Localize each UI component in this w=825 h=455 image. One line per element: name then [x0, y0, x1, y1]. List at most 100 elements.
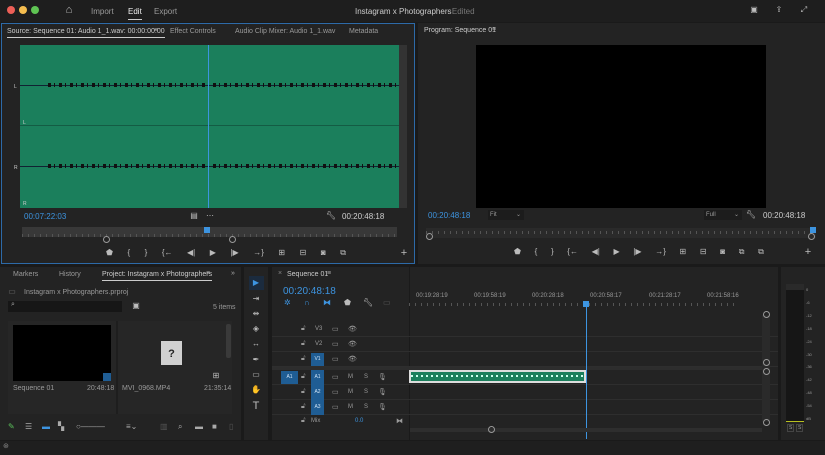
tab-project[interactable]: Project: Instagram x Photographers — [102, 271, 213, 281]
sync-lock-icon[interactable]: ▭ — [332, 388, 339, 396]
track-label-v3[interactable]: V3 — [315, 326, 322, 332]
go-to-edit-point-icon[interactable]: ⧓ — [396, 417, 403, 425]
sync-lock-icon[interactable]: ▭ — [332, 403, 339, 411]
add-marker-icon[interactable]: ⬟ — [106, 248, 113, 260]
program-menu-icon[interactable]: ≡ — [492, 26, 496, 33]
go-to-in-icon[interactable]: {← — [567, 247, 578, 259]
go-to-in-icon[interactable]: {← — [162, 248, 173, 260]
snap-icon[interactable]: ∩ — [304, 298, 310, 307]
project-item-sequence[interactable]: Sequence 01 20:48:18 — [8, 321, 116, 414]
home-icon[interactable]: ⌂ — [63, 4, 75, 16]
zoom-select[interactable]: Fit ⌄ — [488, 210, 524, 220]
mark-in-icon[interactable]: { — [535, 247, 538, 259]
rectangle-tool-icon[interactable]: ▭ — [250, 370, 262, 379]
resolution-select[interactable]: Full ⌄ — [704, 210, 742, 220]
tab-sequence[interactable]: Sequence 01 — [287, 271, 328, 278]
extract-icon[interactable]: ⊟ — [700, 247, 707, 259]
new-bin-icon[interactable]: ▬ — [195, 422, 203, 431]
tab-effect-controls[interactable]: Effect Controls — [170, 28, 216, 35]
timeline-current-time[interactable]: 00:20:48:18 — [283, 286, 336, 297]
selection-tool-icon[interactable]: ▶ — [250, 278, 262, 287]
fullscreen-icon[interactable]: ⤢ — [798, 5, 810, 15]
ripple-edit-tool-icon[interactable]: ⇹ — [250, 309, 262, 318]
captions-icon[interactable]: ▭ — [383, 298, 391, 307]
lift-icon[interactable]: ⊞ — [680, 247, 687, 259]
hand-tool-icon[interactable]: ✋ — [250, 385, 262, 394]
solo-left-button[interactable]: S — [787, 424, 795, 432]
voiceover-mic-icon[interactable]: 🎙︎ — [378, 373, 387, 381]
clear-icon[interactable]: ▯ — [229, 422, 233, 431]
button-editor-icon[interactable]: ⧉ — [340, 248, 346, 260]
track-target-v1[interactable]: V1 — [311, 353, 324, 366]
sort-icon[interactable]: ≡⌄ — [126, 422, 137, 431]
vertical-zoom-scrollbar[interactable] — [399, 45, 407, 208]
tab-markers[interactable]: Markers — [13, 271, 38, 278]
go-to-out-icon[interactable]: →} — [253, 248, 264, 260]
source-current-time[interactable]: 00:07:22:03 — [24, 212, 66, 221]
program-current-time[interactable]: 00:20:48:18 — [428, 211, 470, 220]
source-playhead[interactable] — [204, 227, 210, 233]
list-view-icon[interactable]: ☰ — [25, 422, 32, 431]
sync-lock-icon[interactable]: ▭ — [332, 340, 339, 348]
track-target-a1[interactable]: A1 — [311, 371, 324, 384]
project-item-clip[interactable]: ? ⊞ MVI_0968.MP4 21:35:14 — [118, 321, 232, 414]
razor-tool-icon[interactable]: ◈ — [250, 324, 262, 333]
slip-tool-icon[interactable]: ↔ — [250, 339, 262, 348]
voiceover-mic-icon[interactable]: 🎙︎ — [378, 388, 387, 396]
track-target-a2[interactable]: A2 — [311, 386, 324, 399]
add-marker-icon[interactable]: ⬟ — [344, 298, 351, 307]
nav-edit[interactable]: Edit — [128, 7, 142, 20]
source-menu-icon[interactable]: ≡ — [154, 27, 158, 34]
tab-metadata[interactable]: Metadata — [349, 28, 378, 35]
lock-icon[interactable]: 🔓︎ — [301, 373, 306, 381]
export-frame-icon[interactable]: ◙ — [321, 248, 326, 260]
sync-lock-icon[interactable]: ▭ — [332, 325, 339, 333]
sync-lock-icon[interactable]: ▭ — [332, 373, 339, 381]
find-icon[interactable]: ⌕ — [178, 422, 182, 432]
timeline-menu-icon[interactable]: ≡ — [327, 270, 331, 277]
close-window-button[interactable] — [7, 6, 15, 14]
freeform-view-icon[interactable]: ▚ — [58, 422, 64, 431]
workspaces-icon[interactable]: ▣ — [748, 5, 760, 14]
project-search-input[interactable]: ⌕ — [8, 301, 122, 312]
tab-audio-clip-mixer[interactable]: Audio Clip Mixer: Audio 1_1.wav — [235, 28, 335, 35]
zoom-handle-left[interactable] — [426, 233, 433, 240]
go-to-out-icon[interactable]: →} — [655, 247, 666, 259]
horizontal-scrollbar[interactable] — [410, 428, 762, 432]
project-scrollbar[interactable] — [226, 324, 231, 358]
step-back-icon[interactable]: ◀| — [187, 248, 195, 260]
type-tool-icon[interactable]: T — [250, 400, 262, 412]
program-video-frame[interactable] — [476, 45, 766, 208]
export-frame-icon[interactable]: ◙ — [720, 247, 725, 259]
mute-button[interactable]: M — [348, 404, 353, 410]
step-back-icon[interactable]: ◀| — [592, 247, 600, 259]
eye-icon[interactable]: 👁︎ — [348, 325, 357, 333]
play-icon[interactable]: ▶ — [613, 247, 619, 259]
lock-icon[interactable]: 🔓︎ — [301, 403, 306, 411]
comparison-view-icon[interactable]: ⧉ — [739, 247, 745, 259]
zoom-handle-right[interactable] — [808, 233, 815, 240]
lock-icon[interactable]: 🔓︎ — [301, 340, 306, 348]
solo-button[interactable]: S — [364, 404, 368, 410]
more-panels-icon[interactable]: » — [231, 270, 235, 277]
mark-out-icon[interactable]: } — [145, 248, 148, 260]
insert-icon[interactable]: ⊞ — [278, 248, 285, 260]
linked-selection-icon[interactable]: ⧓ — [323, 298, 331, 307]
zoom-handle-right[interactable] — [229, 236, 236, 243]
track-label-v2[interactable]: V2 — [315, 341, 322, 347]
write-icon[interactable]: ✎ — [8, 422, 15, 431]
share-icon[interactable]: ⇪ — [773, 5, 785, 14]
track-target-a3[interactable]: A3 — [311, 401, 324, 414]
automate-icon[interactable]: ▥ — [160, 422, 168, 431]
eye-icon[interactable]: 👁︎ — [348, 355, 357, 363]
mute-button[interactable]: M — [348, 374, 353, 380]
thumbnail-size-slider[interactable]: ○——— — [76, 422, 105, 431]
zoom-handle-left[interactable] — [103, 236, 110, 243]
mark-in-icon[interactable]: { — [127, 248, 130, 260]
tab-program[interactable]: Program: Sequence 01 — [424, 27, 496, 34]
lock-icon[interactable]: 🔓︎ — [301, 388, 306, 396]
lock-icon[interactable]: 🔓︎ — [301, 417, 306, 425]
status-icon[interactable]: ⊛ — [3, 442, 9, 450]
audio-waveform[interactable]: L R — [20, 45, 405, 208]
wrench-icon[interactable]: 🔧︎ — [325, 211, 337, 220]
